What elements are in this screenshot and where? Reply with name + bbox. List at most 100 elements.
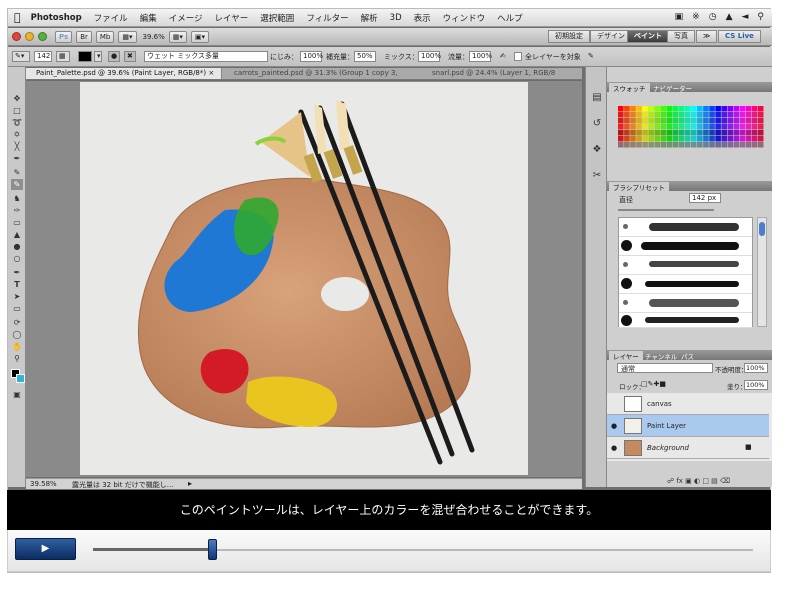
swatch-cell[interactable]	[751, 130, 758, 136]
swatch-cell[interactable]	[703, 106, 709, 112]
swatch-cell[interactable]	[660, 124, 667, 130]
apple-icon[interactable]: 	[14, 11, 21, 24]
dodge-tool-icon[interactable]: ○	[11, 253, 23, 264]
swatch-cell[interactable]	[691, 118, 697, 124]
swatch-cell[interactable]	[678, 112, 685, 118]
swatch-cell[interactable]	[672, 136, 679, 142]
swatch-cell[interactable]	[618, 130, 624, 136]
eye-icon[interactable]: ●	[611, 422, 617, 430]
layer-row-background[interactable]: ● Background ■	[607, 437, 769, 459]
brush-preset-title[interactable]: ブラシプリセット	[609, 182, 669, 192]
tab-channels[interactable]: チャンネル	[641, 351, 681, 361]
swatch-cell[interactable]	[666, 118, 673, 124]
swatch-cell[interactable]	[751, 136, 758, 142]
zoom-tool-icon[interactable]: ⚲	[11, 353, 23, 364]
menu-filter[interactable]: フィルター	[306, 12, 348, 24]
swatch-cell[interactable]	[739, 136, 746, 142]
swatch-cell[interactable]	[630, 130, 636, 136]
marquee-tool-icon[interactable]: □	[11, 105, 23, 116]
swatch-cell[interactable]	[709, 118, 715, 124]
swatch-cell[interactable]	[654, 112, 661, 118]
path-select-icon[interactable]: ➤	[11, 291, 23, 302]
swatch-cell[interactable]	[678, 142, 685, 148]
wet-input[interactable]: 100%	[300, 51, 323, 62]
diameter-slider[interactable]	[618, 209, 714, 211]
swatch-cell[interactable]	[703, 118, 709, 124]
zoom-icon[interactable]	[38, 32, 47, 41]
volume-icon[interactable]: ◄	[741, 12, 748, 22]
swatch-cell[interactable]	[636, 106, 642, 112]
load-brush-icon[interactable]: ●	[108, 51, 120, 62]
swatch-cell[interactable]	[745, 136, 752, 142]
swatch-cell[interactable]	[703, 124, 709, 130]
swatch-cell[interactable]	[757, 124, 764, 130]
close-icon[interactable]	[12, 32, 21, 41]
swatch-cell[interactable]	[739, 106, 746, 112]
diameter-input[interactable]: 142 px	[689, 193, 721, 203]
eyedropper-icon[interactable]: ✒	[11, 153, 23, 164]
swatch-cell[interactable]	[715, 118, 721, 124]
tab-layers[interactable]: レイヤー	[609, 351, 643, 361]
swatch-cell[interactable]	[709, 112, 715, 118]
menu-analysis[interactable]: 解析	[361, 12, 378, 24]
swatch-cell[interactable]	[691, 142, 697, 148]
swatch-cell[interactable]	[745, 124, 752, 130]
shape-tool-icon[interactable]: ▭	[11, 303, 23, 314]
mixer-brush-icon[interactable]: ✎	[11, 179, 23, 190]
layer-row-paint[interactable]: ● Paint Layer	[607, 415, 769, 437]
swatch-cell[interactable]	[751, 118, 758, 124]
layer-row-canvas[interactable]: canvas	[607, 393, 769, 415]
swatch-cell[interactable]	[648, 136, 654, 142]
swatch-cell[interactable]	[727, 124, 734, 130]
swatch-cell[interactable]	[648, 142, 654, 148]
swatch-cell[interactable]	[660, 118, 667, 124]
swatch-cell[interactable]	[727, 118, 734, 124]
swatch-cell[interactable]	[678, 136, 685, 142]
3d-rotate-icon[interactable]: ⟳	[11, 317, 23, 328]
eraser-icon[interactable]: ▭	[11, 217, 23, 228]
swatch-cell[interactable]	[691, 106, 697, 112]
swatch-cell[interactable]	[703, 136, 709, 142]
spotlight-icon[interactable]: ⚲	[757, 12, 764, 22]
swatch-cell[interactable]	[618, 118, 624, 124]
swatch-cell[interactable]	[630, 136, 636, 142]
artwork-canvas[interactable]	[80, 82, 528, 475]
histogram-icon[interactable]: ▤	[590, 91, 604, 105]
swatch-cell[interactable]	[757, 118, 764, 124]
swatch-cell[interactable]	[684, 124, 691, 130]
clone-stamp-icon[interactable]: ♞	[11, 193, 23, 204]
swatch-cell[interactable]	[709, 130, 715, 136]
brush-preset-3[interactable]	[619, 256, 752, 275]
status-arrow-icon[interactable]: ▸	[188, 479, 192, 488]
swatch-cell[interactable]	[721, 112, 727, 118]
blend-mode-select[interactable]: 通常	[617, 363, 713, 373]
swatch-cell[interactable]	[636, 136, 642, 142]
bridge-icon[interactable]: Br	[76, 30, 92, 43]
swatch-cell[interactable]	[715, 136, 721, 142]
swatch-cell[interactable]	[739, 124, 746, 130]
swatch-cell[interactable]	[751, 106, 758, 112]
swatch-cell[interactable]	[697, 142, 703, 148]
swatch-cell[interactable]	[727, 136, 734, 142]
flow-input[interactable]: 100%	[469, 51, 492, 62]
swatch-cell[interactable]	[666, 112, 673, 118]
swatch-cell[interactable]	[666, 136, 673, 142]
workspace-photo[interactable]: 写真	[667, 30, 695, 43]
menu-file[interactable]: ファイル	[94, 12, 128, 24]
swatch-cell[interactable]	[751, 142, 758, 148]
swatch-cell[interactable]	[745, 112, 752, 118]
swatch-cell[interactable]	[697, 106, 703, 112]
menu-3d[interactable]: 3D	[390, 13, 402, 23]
swatch-cell[interactable]	[630, 142, 636, 148]
swatch-cell[interactable]	[618, 106, 624, 112]
swatch-cell[interactable]	[757, 130, 764, 136]
swatch-cell[interactable]	[624, 106, 630, 112]
fill-input[interactable]: 100%	[744, 380, 768, 390]
swatch-cell[interactable]	[636, 130, 642, 136]
lasso-tool-icon[interactable]: ➰	[11, 117, 23, 128]
blur-tool-icon[interactable]: ●	[11, 241, 23, 252]
swatch-cell[interactable]	[733, 106, 740, 112]
seek-thumb[interactable]	[207, 539, 217, 560]
menu-edit[interactable]: 編集	[140, 12, 157, 24]
pressure-icon[interactable]: ✎	[588, 52, 594, 60]
